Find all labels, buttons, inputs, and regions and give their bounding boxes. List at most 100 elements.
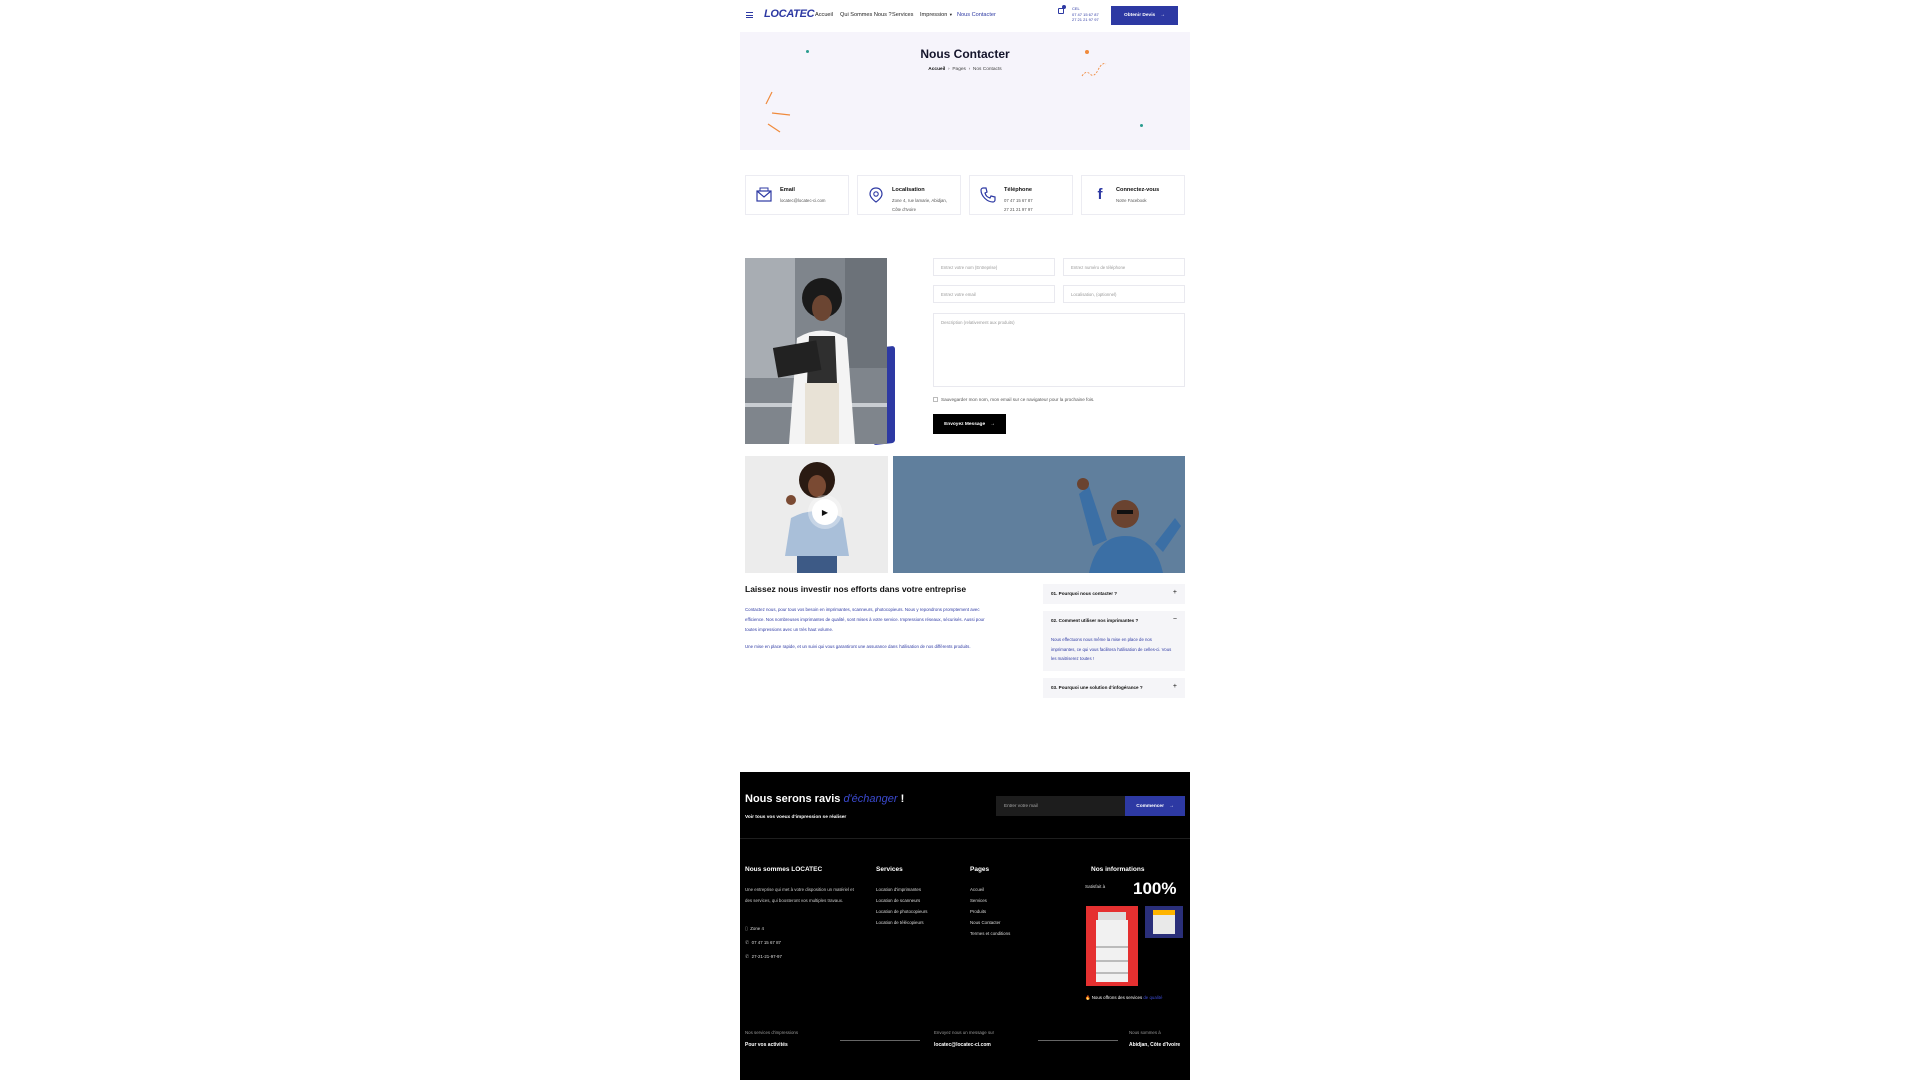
contact-card-phone[interactable]: Téléphone 07 47 15 67 87 27 21 21 97 97 bbox=[969, 175, 1073, 215]
nav-qui-sommes-nous[interactable]: Qui Sommes Nous ? bbox=[840, 12, 892, 18]
menu-icon[interactable] bbox=[746, 12, 753, 18]
footer-link[interactable]: Location de scanneurs bbox=[876, 895, 920, 906]
card-line[interactable]: Notre Facebook bbox=[1116, 198, 1147, 203]
faq-item-3[interactable]: 03. Pourquoi une solution d'infogérance … bbox=[1043, 678, 1185, 698]
offer-line: 🔥 Nous offrons des services de qualité bbox=[1085, 995, 1162, 1001]
about-paragraph-2: Une mise en place rapide, et un suivi qu… bbox=[745, 644, 971, 649]
footer-about-title: Nous sommes LOCATEC bbox=[745, 866, 823, 873]
nav-impression-label: Impression bbox=[920, 12, 948, 18]
headline-highlight: d'échanger bbox=[843, 793, 898, 805]
cart-badge bbox=[1062, 5, 1066, 9]
footer-phone-1[interactable]: ✆ 07 47 15 67 87 bbox=[745, 937, 781, 949]
faq-question: 03. Pourquoi une solution d'infogérance … bbox=[1051, 685, 1143, 690]
phone-icon: ✆ bbox=[745, 940, 750, 946]
arrow-right-icon: → bbox=[990, 421, 995, 427]
decor-lines bbox=[765, 91, 791, 133]
chevron-right-icon: › bbox=[967, 67, 972, 72]
footer-link[interactable]: Location de télécopieurs bbox=[876, 917, 924, 928]
plus-icon: + bbox=[1172, 589, 1177, 596]
faq-question: 01. Pourquoi nous contacter ? bbox=[1051, 591, 1118, 596]
faq-answer: Nous effectuons nous même la mise en pla… bbox=[1051, 637, 1172, 661]
contact-card-location[interactable]: Localisation Zone 4, rue lamarie, Abidja… bbox=[857, 175, 961, 215]
printer-photo bbox=[1086, 906, 1138, 986]
newsletter-submit-button[interactable]: Commencer → bbox=[1125, 796, 1185, 816]
location-pin-icon bbox=[867, 186, 885, 204]
bottom-value: Pour vos activités bbox=[745, 1042, 788, 1048]
satisfaction-label: Satisfait à bbox=[1085, 884, 1106, 889]
fire-icon: 🔥 bbox=[1085, 995, 1091, 1000]
footer-subtitle: Voir tous vos voeux d'impression se réal… bbox=[745, 815, 847, 820]
card-line: Zone 4, rue lamarie, Abidjan, bbox=[892, 198, 947, 203]
phone-icon bbox=[979, 186, 997, 204]
get-quote-label: Obtenir Devis bbox=[1124, 13, 1156, 18]
site-footer: Nous serons ravis d'échanger ! Voir tous… bbox=[740, 772, 1190, 1080]
phone-2[interactable]: 27 21 21 97 97 bbox=[1072, 17, 1099, 23]
card-line[interactable]: 07 47 15 67 87 bbox=[1004, 198, 1033, 203]
footer-link[interactable]: Location de photocopieurs bbox=[876, 906, 928, 917]
footer-phone-2[interactable]: ✆ 27-21-21-97-97 bbox=[745, 951, 782, 963]
newsletter-email-input[interactable]: Entrer votre mail bbox=[996, 796, 1125, 816]
nav-accueil[interactable]: Accueil bbox=[815, 12, 833, 18]
card-title: Téléphone bbox=[1004, 187, 1032, 193]
nav-nous-contacter[interactable]: Nous Contacter bbox=[957, 12, 996, 18]
footer-contact-line: Zone 4 bbox=[750, 926, 764, 931]
faq-item-1[interactable]: 01. Pourquoi nous contacter ? + bbox=[1043, 584, 1185, 604]
arrow-right-icon: → bbox=[1160, 13, 1165, 18]
name-input[interactable]: Entrez votre nom (Entreprise) bbox=[933, 258, 1055, 276]
footer-address: ▯ Zone 4 bbox=[745, 923, 764, 935]
header-phone: CEL 07 47 15 67 87 27 21 21 97 97 bbox=[1072, 6, 1099, 23]
bottom-value: Abidjan, Côte d'Ivoire bbox=[1129, 1042, 1181, 1048]
footer-link[interactable]: Location d'imprimantes bbox=[876, 884, 921, 895]
minus-icon: − bbox=[1172, 616, 1177, 623]
contact-card-email[interactable]: Email locatec@locatec-ci.com bbox=[745, 175, 849, 215]
phone-input[interactable]: Entrez numéro de téléphone bbox=[1063, 258, 1185, 276]
card-title: Email bbox=[780, 187, 795, 193]
footer-info-title: Nos informations bbox=[1091, 866, 1145, 873]
get-quote-button[interactable]: Obtenir Devis → bbox=[1111, 6, 1178, 25]
contact-card-facebook[interactable]: f Connectez-vous Notre Facebook bbox=[1081, 175, 1185, 215]
footer-link[interactable]: Services bbox=[970, 895, 987, 906]
email-input[interactable]: Entrez votre email bbox=[933, 285, 1055, 303]
footer-pages-title: Pages bbox=[970, 866, 990, 873]
woman-clipboard-photo bbox=[745, 258, 887, 444]
breadcrumb-current: Nos Contacts bbox=[972, 67, 1002, 72]
page-title: Nous Contacter bbox=[920, 47, 1010, 61]
play-video-button[interactable]: ▶ bbox=[812, 499, 838, 525]
breadcrumb: Accueil › Pages › Nos Contacts bbox=[740, 67, 1190, 72]
faq-item-2[interactable]: 02. Comment utiliser nos imprimantes ? −… bbox=[1043, 611, 1185, 671]
footer-contact-line: 07 47 15 67 87 bbox=[751, 940, 781, 945]
message-textarea[interactable]: Description (relativement aux produits) bbox=[933, 313, 1185, 387]
caret-down-icon: ▼ bbox=[948, 12, 953, 17]
decor-dot bbox=[1140, 124, 1143, 127]
chevron-right-icon: › bbox=[946, 67, 951, 72]
page: LOCATEC Accueil Qui Sommes Nous ? Servic… bbox=[740, 0, 1190, 1080]
nav-services[interactable]: Services bbox=[892, 12, 913, 18]
offer-highlight: de qualité bbox=[1143, 995, 1163, 1000]
card-line[interactable]: 27 21 21 97 97 bbox=[1004, 207, 1033, 212]
send-message-button[interactable]: Envoyez Message → bbox=[933, 414, 1006, 434]
location-input[interactable]: Localisation, (optionnel) bbox=[1063, 285, 1185, 303]
card-line: Côte d'Ivoire bbox=[892, 207, 916, 212]
card-line[interactable]: locatec@locatec-ci.com bbox=[780, 198, 825, 203]
divider bbox=[1038, 1040, 1118, 1041]
footer-link[interactable]: Nous Contacter bbox=[970, 917, 1001, 928]
logo[interactable]: LOCATEC bbox=[764, 8, 815, 20]
woman-ok-photo: ▶ bbox=[745, 456, 888, 573]
breadcrumb-home[interactable]: Accueil bbox=[928, 67, 945, 72]
footer-link[interactable]: Accueil bbox=[970, 884, 984, 895]
nav-impression[interactable]: Impression ▼ bbox=[920, 12, 953, 18]
footer-about-text: Une entreprise qui met à votre dispositi… bbox=[745, 887, 854, 903]
save-info-checkbox[interactable] bbox=[933, 397, 938, 402]
footer-link[interactable]: Termes et conditions bbox=[970, 928, 1010, 939]
footer-link[interactable]: Produits bbox=[970, 906, 986, 917]
breadcrumb-pages[interactable]: Pages bbox=[952, 67, 966, 72]
faq-question: 02. Comment utiliser nos imprimantes ? bbox=[1051, 618, 1139, 623]
divider bbox=[840, 1040, 920, 1041]
save-info-label: Sauvegarder mon nom, mon email sur ce na… bbox=[941, 397, 1095, 402]
bottom-value[interactable]: locatec@locatec-ci.com bbox=[934, 1042, 991, 1048]
divider bbox=[740, 838, 1190, 839]
facebook-icon: f bbox=[1097, 186, 1103, 203]
bottom-label: Envoyez nous un message sur bbox=[934, 1030, 995, 1035]
satisfaction-value: 100% bbox=[1133, 879, 1177, 898]
phone-icon: ✆ bbox=[745, 954, 750, 960]
